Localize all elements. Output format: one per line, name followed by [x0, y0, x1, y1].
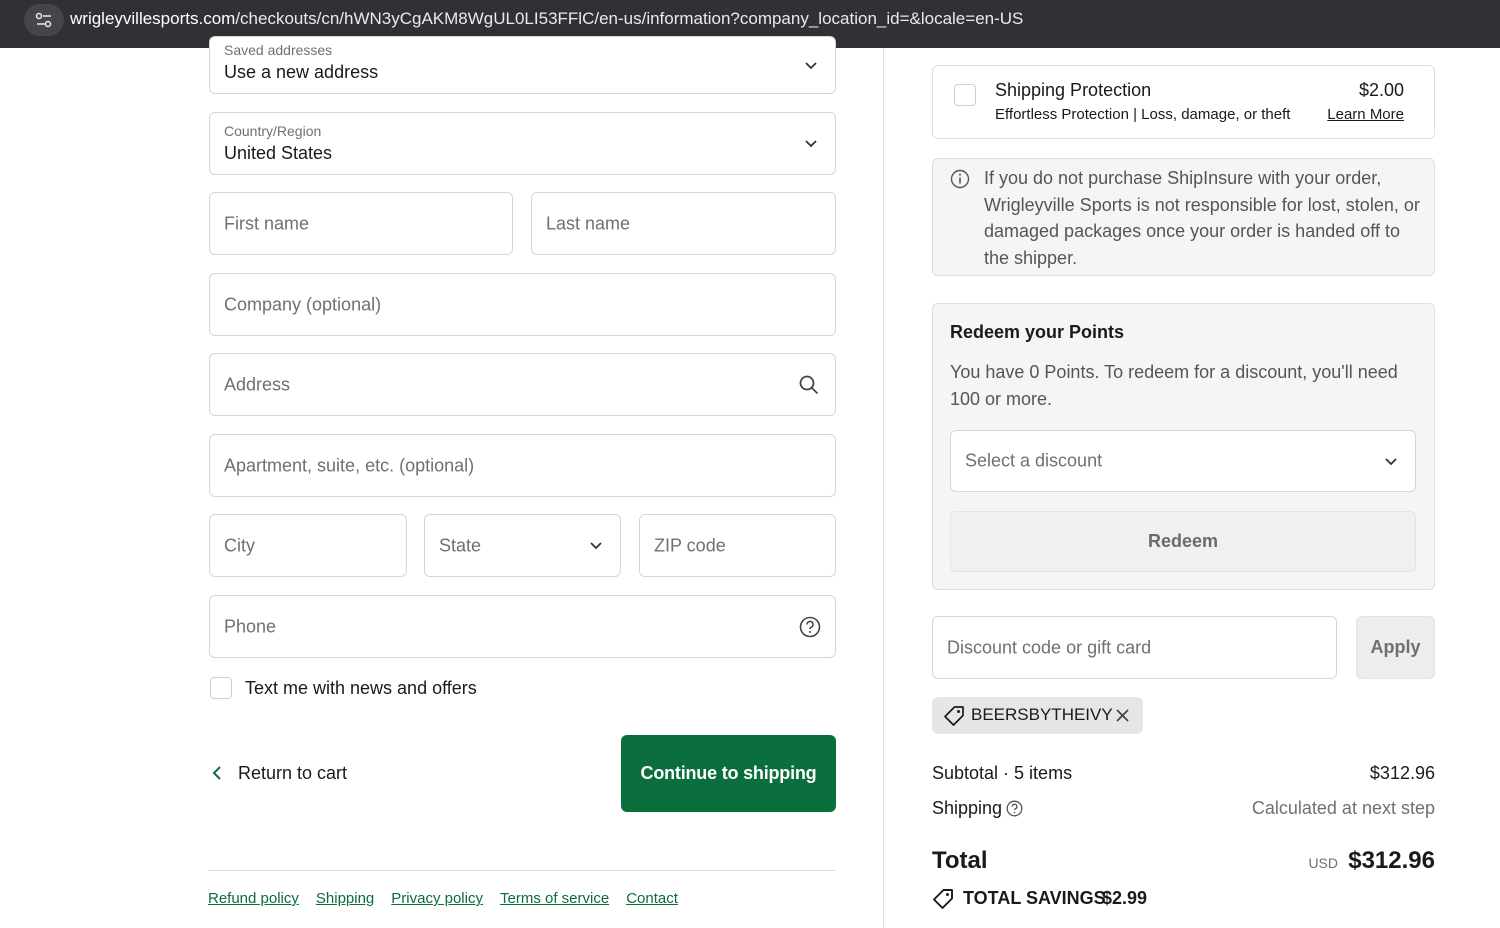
country-label: Country/Region: [224, 123, 322, 139]
first-name-field[interactable]: First name: [209, 192, 513, 255]
shipping-protection-checkbox[interactable]: [954, 84, 976, 106]
address-placeholder: Address: [224, 374, 291, 394]
shipping-protection-price: $2.00: [1358, 80, 1404, 100]
apartment-field[interactable]: Apartment, suite, etc. (optional): [209, 434, 836, 497]
terms-of-service-link[interactable]: Terms of service: [500, 890, 609, 907]
shipinsure-notice-text: If you do not purchase ShipInsure with y…: [984, 168, 1420, 268]
url-domain: wrigleyvillesports.com: [70, 9, 236, 28]
zip-field[interactable]: ZIP code: [639, 514, 836, 577]
footer-divider: [208, 870, 836, 871]
subtotal-value: $312.96: [1369, 763, 1435, 783]
shipping-value: Calculated at next step: [1251, 798, 1435, 818]
search-icon[interactable]: [799, 375, 819, 400]
learn-more-link[interactable]: Learn More: [1327, 106, 1404, 123]
remove-discount-icon[interactable]: [1115, 708, 1130, 728]
redeem-points-title: Redeem your Points: [950, 322, 1125, 342]
apply-discount-button[interactable]: Apply: [1356, 616, 1435, 679]
redeem-points-card: Redeem your Points You have 0 Points. To…: [932, 303, 1435, 590]
total-label: Total: [932, 847, 988, 874]
discount-select[interactable]: Select a discount: [950, 430, 1416, 492]
shipping-label: Shipping: [932, 798, 1003, 818]
savings-tag-icon: [932, 888, 954, 915]
chevron-down-icon: [589, 541, 603, 551]
total-currency: USD: [1308, 855, 1338, 871]
phone-placeholder: Phone: [224, 616, 277, 636]
help-icon[interactable]: [1006, 800, 1023, 822]
subtotal-label: Subtotal · 5 items: [932, 763, 1073, 783]
last-name-field[interactable]: Last name: [531, 192, 836, 255]
redeem-points-text: You have 0 Points. To redeem for a disco…: [950, 362, 1398, 409]
shipinsure-notice: If you do not purchase ShipInsure with y…: [932, 158, 1435, 276]
applied-discount-code: BEERSBYTHEIVY: [971, 705, 1113, 724]
shipping-protection-subtitle: Effortless Protection | Loss, damage, or…: [995, 106, 1291, 123]
sms-opt-in-checkbox[interactable]: [210, 677, 232, 699]
saved-addresses-value: Use a new address: [224, 62, 379, 82]
phone-field[interactable]: Phone: [209, 595, 836, 658]
contact-link[interactable]: Contact: [626, 890, 678, 907]
footer-links: Refund policy Shipping Privacy policy Te…: [208, 890, 678, 907]
info-icon: [950, 169, 970, 194]
country-select[interactable]: Country/Region United States: [209, 112, 836, 175]
total-savings-label: TOTAL SAVINGS: [963, 888, 1106, 908]
return-to-cart-link[interactable]: Return to cart: [238, 763, 347, 784]
order-summary-column: Shipping Protection Effortless Protectio…: [884, 48, 1500, 928]
discount-code-placeholder: Discount code or gift card: [947, 637, 1152, 657]
help-icon[interactable]: [799, 616, 821, 643]
total-savings-value: $2.99: [1102, 888, 1148, 908]
saved-addresses-label: Saved addresses: [224, 42, 333, 58]
privacy-policy-link[interactable]: Privacy policy: [391, 890, 483, 907]
continue-to-shipping-button[interactable]: Continue to shipping: [621, 735, 836, 812]
applied-discount-tag: BEERSBYTHEIVY: [932, 697, 1143, 734]
state-placeholder: State: [439, 535, 482, 555]
apartment-placeholder: Apartment, suite, etc. (optional): [224, 455, 475, 475]
url-path: /checkouts/cn/hWN3yCgAKM8WgUL0LI53FFlC/e…: [235, 9, 1024, 28]
refund-policy-link[interactable]: Refund policy: [208, 890, 299, 907]
first-name-placeholder: First name: [224, 213, 310, 233]
country-value: United States: [224, 143, 333, 163]
last-name-placeholder: Last name: [546, 213, 631, 233]
chevron-down-icon: [1384, 457, 1398, 467]
city-field[interactable]: City: [209, 514, 407, 577]
tag-icon: [943, 705, 965, 732]
zip-placeholder: ZIP code: [654, 535, 726, 555]
company-field[interactable]: Company (optional): [209, 273, 836, 336]
total-value: $312.96: [1348, 847, 1435, 874]
chevron-left-icon[interactable]: [211, 765, 223, 786]
state-select[interactable]: State: [424, 514, 621, 577]
company-placeholder: Company (optional): [224, 294, 382, 314]
discount-code-input[interactable]: Discount code or gift card: [932, 616, 1337, 679]
shipping-protection-card: Shipping Protection Effortless Protectio…: [932, 65, 1435, 139]
checkout-form-column: Saved addresses Use a new address Countr…: [0, 36, 883, 928]
shipping-policy-link[interactable]: Shipping: [316, 890, 374, 907]
site-settings-icon[interactable]: [24, 4, 64, 36]
discount-select-placeholder: Select a discount: [965, 450, 1103, 471]
redeem-button[interactable]: Redeem: [950, 511, 1416, 572]
city-placeholder: City: [224, 535, 255, 555]
saved-addresses-select[interactable]: Saved addresses Use a new address: [209, 36, 836, 94]
address-field[interactable]: Address: [209, 353, 836, 416]
url-text[interactable]: wrigleyvillesports.com/checkouts/cn/hWN3…: [70, 9, 1023, 29]
shipping-protection-title: Shipping Protection: [995, 80, 1152, 100]
chevron-down-icon: [804, 139, 818, 149]
chevron-down-icon: [804, 61, 818, 71]
sms-opt-in-label: Text me with news and offers: [245, 678, 477, 698]
